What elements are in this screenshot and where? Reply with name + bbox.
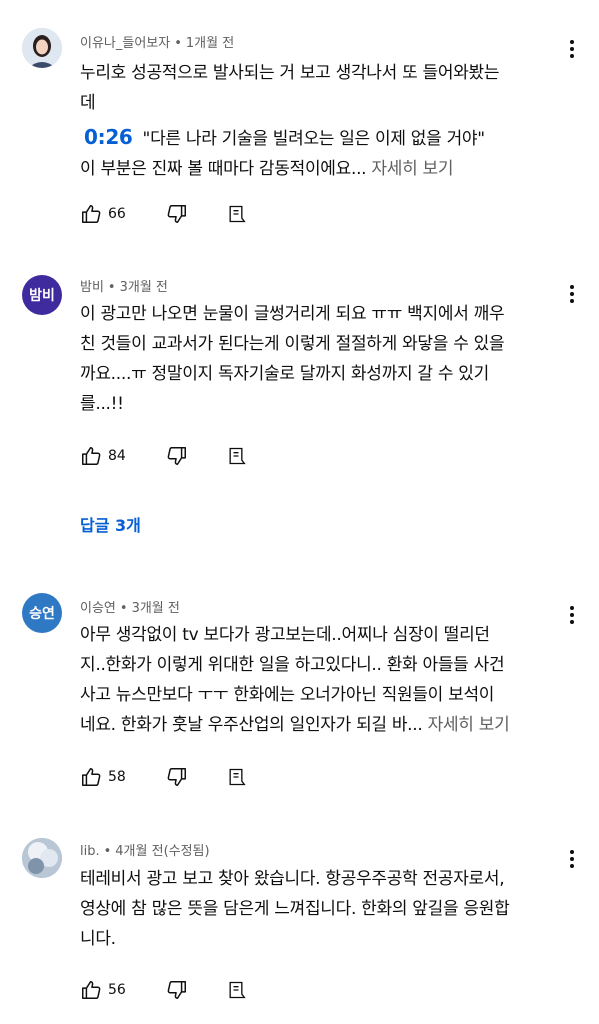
comment-line: 네요. 한화가 훗날 우주산업의 일인자가 되길 바... <box>80 715 423 735</box>
reply-button[interactable] <box>226 980 246 1000</box>
thumbs-up-icon <box>82 205 101 223</box>
thumbs-down-icon <box>167 768 186 786</box>
dislike-button[interactable] <box>166 445 188 467</box>
dislike-button[interactable] <box>166 979 188 1001</box>
thumbs-up-icon <box>82 981 101 999</box>
comment-time: 4개월 전(수정됨) <box>115 844 210 859</box>
avatar[interactable] <box>22 838 62 878</box>
avatar[interactable]: 승연 <box>22 593 62 633</box>
author-name[interactable]: 이유나_들어보자 <box>80 36 170 51</box>
author-name[interactable]: 이승연 <box>80 601 116 616</box>
comment-actions: 58 <box>80 764 246 790</box>
comment-line: 이 광고만 나오면 눈물이 글썽거리게 되요 ㅠㅠ 백지에서 깨우 <box>80 304 505 324</box>
avatar[interactable] <box>22 28 62 68</box>
reply-icon <box>229 205 246 223</box>
reply-icon <box>229 447 246 465</box>
thumbs-down-icon <box>167 981 186 999</box>
like-button[interactable]: 58 <box>80 766 126 788</box>
like-count: 56 <box>108 982 126 998</box>
reply-icon <box>229 981 246 999</box>
dislike-button[interactable] <box>166 766 188 788</box>
reply-icon <box>229 768 246 786</box>
like-count: 58 <box>108 769 126 785</box>
comment-line: 를...!! <box>80 394 124 414</box>
author-name[interactable]: lib. <box>80 844 100 859</box>
comment-text: 테레비서 광고 보고 찾아 왔습니다. 항공우주공학 전공자로서, 영상에 참 … <box>80 864 570 954</box>
comment-line: 데 <box>80 93 96 113</box>
avatar-initials: 밤비 <box>29 288 55 304</box>
read-more-link[interactable]: 자세히 보기 <box>371 159 453 179</box>
comment-text: 아무 생각없이 tv 보다가 광고보는데..어찌나 심장이 떨리던 지..한화가… <box>80 620 570 740</box>
comment-line: 니다. <box>80 929 116 949</box>
comment-actions: 66 <box>80 201 246 227</box>
reply-button[interactable] <box>226 446 246 466</box>
avatar[interactable]: 밤비 <box>22 275 62 315</box>
comment-meta: lib. • 4개월 전(수정됨) <box>80 844 210 859</box>
comment-meta: 이승연 • 3개월 전 <box>80 601 180 616</box>
view-replies-button[interactable]: 답글 3개 <box>80 512 141 536</box>
comment-time: 1개월 전 <box>185 36 235 51</box>
comment-time: 3개월 전 <box>119 280 168 295</box>
reply-button[interactable] <box>226 767 246 787</box>
like-button[interactable]: 56 <box>80 979 126 1001</box>
like-count: 66 <box>108 206 126 222</box>
comment-quote: "다른 나라 기술을 빌려오는 일은 이제 없을 거야" <box>142 129 486 149</box>
like-count: 84 <box>108 448 126 464</box>
comment-line: 테레비서 광고 보고 찾아 왔습니다. 항공우주공학 전공자로서, <box>80 869 505 889</box>
avatar-initials: 승연 <box>29 606 55 622</box>
comment-line: 사고 뉴스만보다 ㅜㅜ 한화에는 오너가아닌 직원들이 보석이 <box>80 685 495 705</box>
thumbs-up-icon <box>82 768 101 786</box>
comment-actions: 56 <box>80 977 246 1003</box>
thumbs-down-icon <box>167 447 186 465</box>
comment-line: 친 것들이 교과서가 된다는게 이렇게 절절하게 와닿을 수 있을 <box>80 334 505 354</box>
comment-line: 지..한화가 이렇게 위대한 일을 하고있다니.. 환화 아들들 사건 <box>80 655 505 675</box>
comment-text: 이 광고만 나오면 눈물이 글썽거리게 되요 ㅠㅠ 백지에서 깨우 친 것들이 … <box>80 299 570 419</box>
comment-meta: 밤비 • 3개월 전 <box>80 280 168 295</box>
thumbs-up-icon <box>82 447 101 465</box>
author-name[interactable]: 밤비 <box>80 280 104 295</box>
avatar-photo <box>22 838 62 878</box>
comment-line: 영상에 참 많은 뜻을 담은게 느껴집니다. 한화의 앞길을 응원합 <box>80 899 510 919</box>
comment-time: 3개월 전 <box>131 601 180 616</box>
dislike-button[interactable] <box>166 203 188 225</box>
thumbs-down-icon <box>167 205 186 223</box>
reply-button[interactable] <box>226 204 246 224</box>
read-more-link[interactable]: 자세히 보기 <box>428 715 510 735</box>
comment-actions: 84 <box>80 443 246 469</box>
comment-line: 까요....ㅠ 정말이지 독자기술로 달까지 화성까지 갈 수 있기 <box>80 364 489 384</box>
comment-line: 아무 생각없이 tv 보다가 광고보는데..어찌나 심장이 떨리던 <box>80 625 490 645</box>
like-button[interactable]: 66 <box>80 203 126 225</box>
comment-meta: 이유나_들어보자 • 1개월 전 <box>80 36 235 51</box>
comment-line: 이 부분은 진짜 볼 때마다 감동적이에요... <box>80 159 367 179</box>
comment-text: 누리호 성공적으로 발사되는 거 보고 생각나서 또 들어와봤는 데 0:26 "… <box>80 58 570 184</box>
comment-line: 누리호 성공적으로 발사되는 거 보고 생각나서 또 들어와봤는 <box>80 63 500 83</box>
like-button[interactable]: 84 <box>80 445 126 467</box>
timestamp-link[interactable]: 0:26 <box>84 125 133 149</box>
avatar-photo <box>22 28 62 68</box>
